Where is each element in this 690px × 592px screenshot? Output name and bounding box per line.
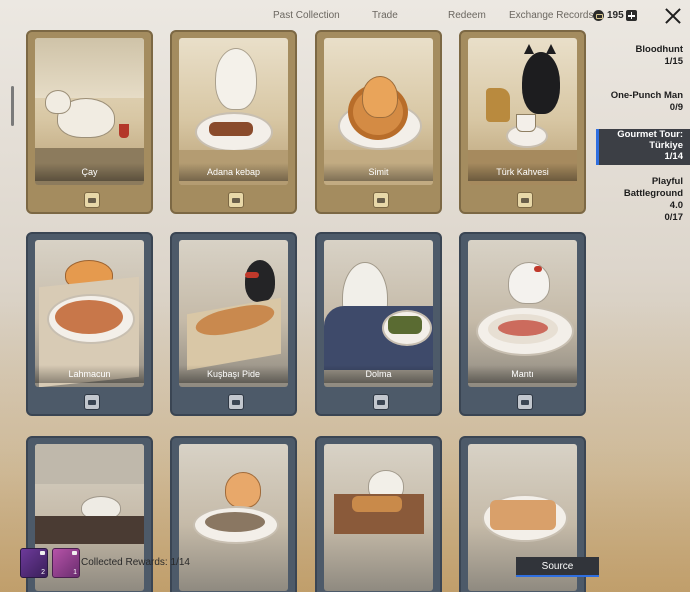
sidebar-item-title: One-Punch Man: [610, 90, 683, 101]
card-name: Adana kebap: [179, 163, 288, 181]
card-badge-icon: [373, 394, 389, 410]
add-coins-button[interactable]: [626, 10, 637, 21]
reward-quantity: 2: [41, 569, 45, 576]
card-cay[interactable]: Çay: [26, 30, 153, 214]
lock-icon: [72, 551, 77, 555]
voucher-purple-icon[interactable]: 2: [20, 548, 48, 578]
card-turk-kahvesi[interactable]: Türk Kahvesi: [459, 30, 586, 214]
reward-quantity: 1: [73, 569, 77, 576]
voucher-pink-icon[interactable]: 1: [52, 548, 80, 578]
close-button[interactable]: [663, 6, 683, 26]
sidebar-item-count: 1/15: [664, 56, 684, 67]
sidebar-item-title: Gourmet Tour: Türkiye: [617, 129, 683, 151]
card-row3-2[interactable]: [170, 436, 297, 592]
coin-count: 195: [607, 10, 624, 21]
card-lahmacun[interactable]: Lahmacun: [26, 232, 153, 416]
sidebar-item-one-punch-man[interactable]: One-Punch Man 0/9: [596, 90, 690, 114]
card-kusbasi-pide[interactable]: Kuşbaşı Pide: [170, 232, 297, 416]
card-badge-icon: [228, 192, 244, 208]
sidebar-item-playful-battleground[interactable]: Playful Battleground 4.0 0/17: [596, 176, 690, 224]
card-badge-icon: [517, 192, 533, 208]
card-badge-icon: [228, 394, 244, 410]
sidebar-item-gourmet-tour[interactable]: Gourmet Tour: Türkiye 1/14: [596, 129, 690, 165]
card-badge-icon: [84, 394, 100, 410]
card-name: Lahmacun: [35, 365, 144, 383]
card-dolma[interactable]: Dolma: [315, 232, 442, 416]
card-manti[interactable]: Mantı: [459, 232, 586, 416]
card-simit[interactable]: Simit: [315, 30, 442, 214]
collected-rewards-label: Collected Rewards: 1/14: [81, 557, 190, 568]
sidebar-item-count: 0/17: [664, 212, 684, 223]
card-name: Simit: [324, 163, 433, 181]
lock-icon: [40, 551, 45, 555]
card-row3-3[interactable]: [315, 436, 442, 592]
sidebar-item-count: 0/9: [669, 102, 683, 113]
sidebar-item-count: 1/14: [664, 151, 684, 162]
sidebar-item-title: Bloodhunt: [635, 44, 683, 55]
sidebar-item-bloodhunt[interactable]: Bloodhunt 1/15: [596, 44, 690, 68]
card-art: [179, 444, 288, 591]
card-grid: Çay Adana kebap Simit Türk Kahvesi Lahma…: [0, 0, 600, 592]
card-name: Mantı: [468, 365, 577, 383]
source-button[interactable]: Source: [516, 557, 599, 577]
card-art: [324, 444, 433, 591]
card-name: Çay: [35, 163, 144, 181]
card-badge-icon: [373, 192, 389, 208]
card-badge-icon: [84, 192, 100, 208]
sidebar-item-title: Playful Battleground 4.0: [623, 176, 683, 211]
card-name: Dolma: [324, 365, 433, 383]
card-adana-kebap[interactable]: Adana kebap: [170, 30, 297, 214]
card-badge-icon: [517, 394, 533, 410]
card-name: Kuşbaşı Pide: [179, 365, 288, 383]
card-name: Türk Kahvesi: [468, 163, 577, 181]
